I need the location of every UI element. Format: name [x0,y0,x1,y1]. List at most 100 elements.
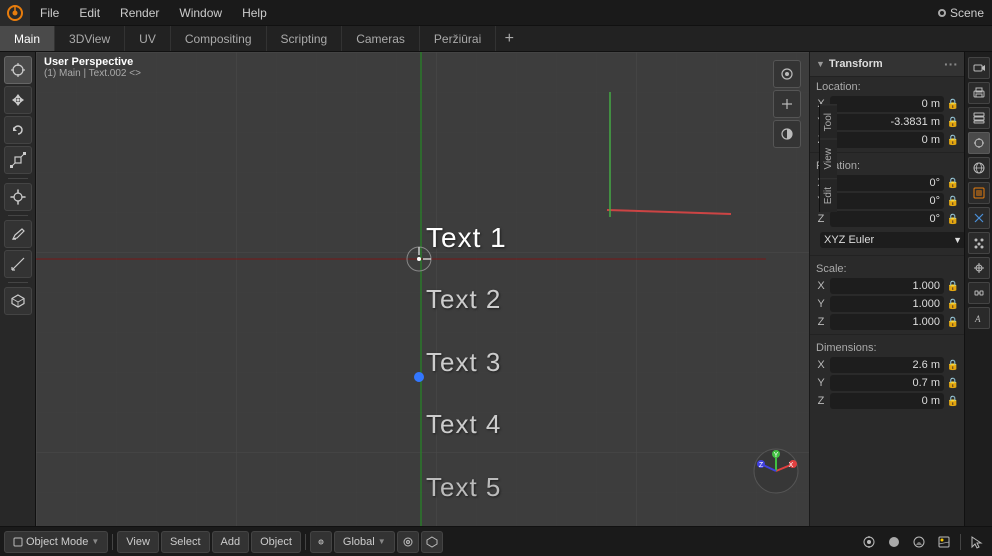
viewport-render-btn[interactable] [858,531,880,553]
view-gizmo-btn[interactable] [773,90,801,118]
rotation-y-lock[interactable]: 🔒 [946,196,960,207]
transform-pivot-btn[interactable] [310,531,332,553]
pointer-icon [970,535,984,549]
menu-render[interactable]: Render [110,0,169,25]
render-properties-btn[interactable] [968,57,990,79]
scale-z-lock[interactable]: 🔒 [946,317,960,328]
panel-options-btn[interactable]: ··· [944,56,958,72]
render-preview-icon [862,535,876,549]
divider-3 [810,334,964,335]
side-tab-view[interactable]: View [820,139,837,178]
data-properties-btn[interactable]: A [968,307,990,329]
object-menu-btn[interactable]: Object [251,531,301,553]
app-logo [0,0,30,26]
scale-y-lock[interactable]: 🔒 [946,299,960,310]
rotation-x-lock[interactable]: 🔒 [946,178,960,189]
properties-panel-icons: A [964,52,992,526]
orientation-gizmo[interactable]: X Y Z [751,446,801,496]
measure-tool-btn[interactable] [4,250,32,278]
scale-x-field[interactable]: 1.000 [830,278,944,294]
location-y-field[interactable]: -3.3831 m [830,114,944,130]
rotation-x-field[interactable]: 0° [830,175,944,191]
tab-cameras[interactable]: Cameras [342,26,420,51]
view-overlay-btn[interactable] [773,60,801,88]
output-properties-btn[interactable] [968,82,990,104]
location-y-lock[interactable]: 🔒 [946,117,960,128]
dimensions-x-field[interactable]: 2.6 m [830,357,944,373]
sep-1 [112,534,113,550]
euler-mode-select[interactable]: XYZ Euler ▼ [820,232,964,248]
cursor-tool-btn[interactable] [4,56,32,84]
solid-mode-btn[interactable] [883,531,905,553]
rendered-icon [937,535,951,549]
tab-scripting[interactable]: Scripting [267,26,343,51]
view-layer-btn[interactable] [968,107,990,129]
dimensions-label: Dimensions: [810,338,964,356]
snap-icon [426,536,438,548]
menu-window[interactable]: Window [169,0,232,25]
main-area: Text 1 Text 2 Text 3 Text 4 Text 5 User … [0,52,992,526]
world-properties-btn[interactable] [968,157,990,179]
tab-uv[interactable]: UV [125,26,171,51]
transform-tool-btn[interactable] [4,183,32,211]
location-x-field[interactable]: 0 m [830,96,944,112]
tab-compositing[interactable]: Compositing [171,26,267,51]
view-shading-btn[interactable] [773,120,801,148]
dimensions-y-field[interactable]: 0.7 m [830,375,944,391]
scale-x-label: X [814,280,828,292]
tab-main[interactable]: Main [0,26,55,51]
rendered-mode-btn[interactable] [933,531,955,553]
add-menu-btn[interactable]: Add [212,531,250,553]
scale-x-lock[interactable]: 🔒 [946,281,960,292]
rotation-z-lock[interactable]: 🔒 [946,214,960,225]
location-z-field[interactable]: 0 m [830,132,944,148]
viewport-3d[interactable]: Text 1 Text 2 Text 3 Text 4 Text 5 User … [36,52,809,526]
dimensions-y-lock[interactable]: 🔒 [946,378,960,389]
object-properties-btn[interactable] [968,182,990,204]
scale-z-field[interactable]: 1.000 [830,314,944,330]
rotation-z-field[interactable]: 0° [830,211,944,227]
side-tab-edit[interactable]: Edit [820,178,837,212]
tab-3dview[interactable]: 3DView [55,26,125,51]
rotate-icon [10,122,26,138]
modifier-properties-btn[interactable] [968,207,990,229]
side-tab-tool[interactable]: Tool [820,104,837,139]
physics-properties-btn[interactable] [968,257,990,279]
transform-orientation-btn[interactable]: Global ▼ [334,531,395,553]
dimensions-z-lock[interactable]: 🔒 [946,396,960,407]
menu-file[interactable]: File [30,0,69,25]
scale-y-field[interactable]: 1.000 [830,296,944,312]
tab-perziurai[interactable]: Peržiūrai [420,26,496,51]
location-z-lock[interactable]: 🔒 [946,135,960,146]
menu-help[interactable]: Help [232,0,277,25]
move-tool-btn[interactable] [4,86,32,114]
material-mode-btn[interactable] [908,531,930,553]
snap-btn[interactable] [421,531,443,553]
object-mode-selector[interactable]: Object Mode ▼ [4,531,108,553]
rotate-tool-btn[interactable] [4,116,32,144]
location-x-lock[interactable]: 🔒 [946,99,960,110]
world-icon [973,162,985,174]
scene-selector[interactable]: Scene [938,6,992,20]
dimensions-z-field[interactable]: 0 m [830,393,944,409]
scale-tool-btn[interactable] [4,146,32,174]
add-workspace-tab[interactable]: + [496,30,522,48]
constraints-properties-btn[interactable] [968,282,990,304]
add-tool-btn[interactable] [4,287,32,315]
select-menu-btn[interactable]: Select [161,531,210,553]
proportional-icon [402,536,414,548]
cursor-icon [10,62,26,78]
svg-text:A: A [974,314,981,324]
status-icons [858,531,988,553]
menu-edit[interactable]: Edit [69,0,110,25]
proportional-edit-btn[interactable] [397,531,419,553]
particles-properties-btn[interactable] [968,232,990,254]
svg-text:Z: Z [759,462,764,469]
mouse-cursor-icon [966,531,988,553]
dimensions-x-lock[interactable]: 🔒 [946,360,960,371]
scene-properties-btn[interactable] [968,132,990,154]
rotation-y-field[interactable]: 0° [830,193,944,209]
sep-3 [960,534,961,550]
annotate-tool-btn[interactable] [4,220,32,248]
view-menu-btn[interactable]: View [117,531,159,553]
